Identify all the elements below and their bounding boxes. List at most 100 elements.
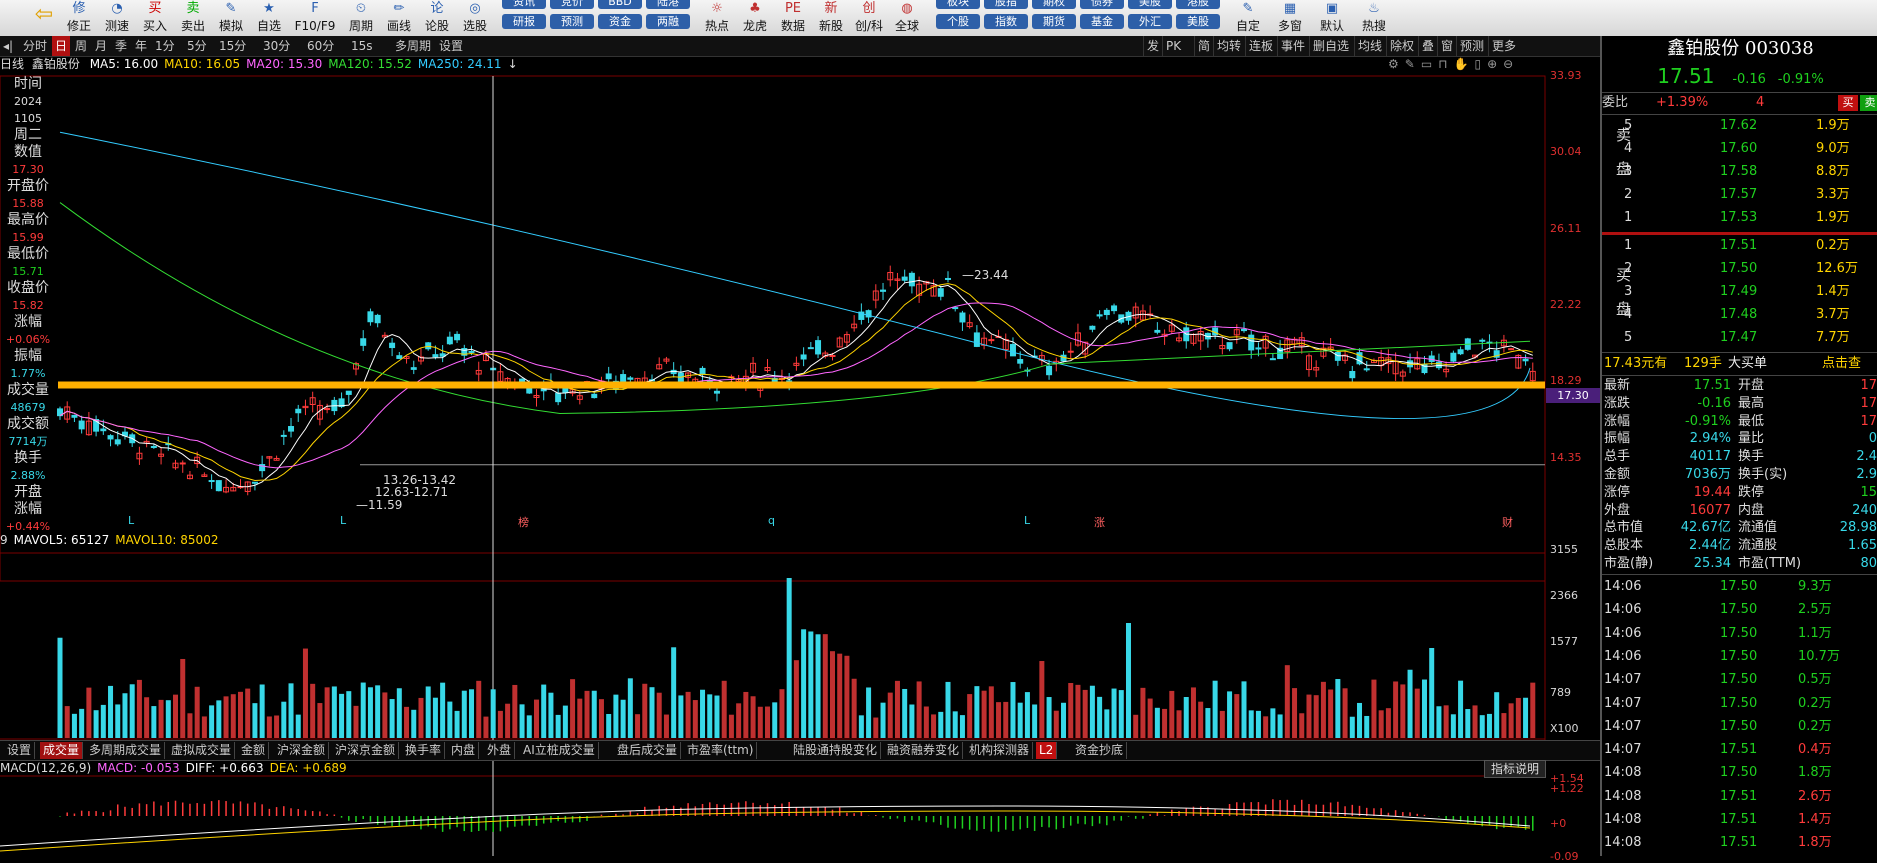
- bid-row[interactable]: 4 17.48 3.7万: [1602, 305, 1877, 325]
- toolbar-mid-2[interactable]: PE 数据: [776, 0, 810, 36]
- toolbar-卖出-button[interactable]: 卖卖出: [176, 0, 210, 36]
- zoom-in-icon[interactable]: ⊕: [1487, 57, 1503, 71]
- gear-icon[interactable]: ⚙: [1388, 57, 1405, 71]
- pill2-0[interactable]: 个股: [936, 14, 980, 29]
- right-tool-0[interactable]: 发: [1143, 36, 1162, 56]
- period-tab-12[interactable]: 多周期: [392, 36, 434, 56]
- period-tab-0[interactable]: 分时: [20, 36, 50, 56]
- indicator-tab-3[interactable]: 虚拟成交量: [168, 742, 236, 759]
- toolbar-画线-button[interactable]: ✏ 画线: [382, 0, 416, 36]
- indicator-tab-10[interactable]: AI立桩成交量: [520, 742, 599, 759]
- pill-top-0[interactable]: 资讯: [502, 0, 546, 9]
- pill2-3[interactable]: 基金: [1080, 14, 1124, 29]
- ask-row[interactable]: 3 17.58 8.8万: [1602, 162, 1877, 182]
- event-marker[interactable]: L: [340, 514, 346, 527]
- toolbar-right-3[interactable]: ♨ 热搜: [1354, 0, 1394, 36]
- period-tab-8[interactable]: 15分: [216, 36, 249, 56]
- toolbar-周期-button[interactable]: ⏲ 周期: [344, 0, 378, 36]
- toolbar-mid-1[interactable]: ♣ 龙虎: [738, 0, 772, 36]
- pill2-top-1[interactable]: 股指: [984, 0, 1028, 9]
- zoom-out-icon[interactable]: ⊖: [1503, 57, 1519, 71]
- event-marker[interactable]: L: [1024, 514, 1030, 527]
- toolbar-自选-button[interactable]: ★ 自选: [252, 0, 286, 36]
- event-marker[interactable]: 财: [1502, 514, 1513, 530]
- period-tab-9[interactable]: 30分: [260, 36, 293, 56]
- pill-top-1[interactable]: 竞价: [550, 0, 594, 9]
- pill2-5[interactable]: 美股: [1176, 14, 1220, 29]
- toolbar-right-1[interactable]: ▦ 多窗: [1270, 0, 1310, 36]
- pill2-top-5[interactable]: 港股: [1176, 0, 1220, 9]
- right-tool-7[interactable]: 均线: [1354, 36, 1385, 56]
- right-tool-8[interactable]: 除权: [1386, 36, 1417, 56]
- period-tab-3[interactable]: 月: [92, 36, 110, 56]
- right-tool-4[interactable]: 连板: [1245, 36, 1276, 56]
- toolbar-mid-5[interactable]: ◍ 全球: [890, 0, 924, 36]
- period-tab-13[interactable]: 设置: [436, 36, 466, 56]
- toolbar-测速-button[interactable]: ◔ 测速: [100, 0, 134, 36]
- toolbar-论股-button[interactable]: 论论股: [420, 0, 454, 36]
- indicator-tab-4[interactable]: 金额: [238, 742, 270, 759]
- right-tool-5[interactable]: 事件: [1277, 36, 1308, 56]
- indicator-tab-14[interactable]: 融资融券变化: [884, 742, 964, 759]
- pill2-4[interactable]: 外汇: [1128, 14, 1172, 29]
- toolbar-right-2[interactable]: ▣ 默认: [1312, 0, 1352, 36]
- toolbar-选股-button[interactable]: ◎ 选股: [458, 0, 492, 36]
- toolbar-修正-button[interactable]: 修修正: [62, 0, 96, 36]
- ask-row[interactable]: 5 17.62 1.9万: [1602, 116, 1877, 136]
- indicator-tab-11[interactable]: 盘后成交量: [614, 742, 682, 759]
- pill2-2[interactable]: 期货: [1032, 14, 1076, 29]
- toolbar-mid-3[interactable]: 新新股: [814, 0, 848, 36]
- indicator-help-button[interactable]: 指标说明: [1484, 760, 1547, 778]
- kline-chart-area[interactable]: [0, 56, 1600, 856]
- bid-row[interactable]: 3 17.49 1.4万: [1602, 282, 1877, 302]
- pill2-1[interactable]: 指数: [984, 14, 1028, 29]
- event-marker[interactable]: q: [768, 514, 775, 527]
- big-order-row[interactable]: 17.43元有 129手 大买单 点击查: [1602, 354, 1877, 374]
- toolbar-买入-button[interactable]: 买买入: [138, 0, 172, 36]
- copy-icon[interactable]: ▯: [1475, 57, 1488, 71]
- big-order-link[interactable]: 点击查: [1822, 354, 1861, 374]
- right-tool-9[interactable]: 叠: [1418, 36, 1437, 56]
- period-tab-7[interactable]: 5分: [184, 36, 210, 56]
- right-tool-6[interactable]: 删自选: [1309, 36, 1352, 56]
- period-tab-2[interactable]: 周: [72, 36, 90, 56]
- indicator-tab-16[interactable]: L2: [1036, 742, 1058, 759]
- period-tab-4[interactable]: 季: [112, 36, 130, 56]
- event-marker[interactable]: 榜: [518, 514, 529, 530]
- bid-row[interactable]: 2 17.50 12.6万: [1602, 259, 1877, 279]
- legend-dropdown-icon[interactable]: ↓: [508, 57, 518, 71]
- pill-1[interactable]: 预测: [550, 14, 594, 29]
- toggle-arrow-icon[interactable]: ◂|: [0, 36, 16, 56]
- toolbar-right-0[interactable]: ✎ 自定: [1228, 0, 1268, 36]
- sell-button[interactable]: 卖: [1860, 95, 1877, 111]
- ask-row[interactable]: 4 17.60 9.0万: [1602, 139, 1877, 159]
- pill-top-2[interactable]: BBD: [598, 0, 642, 9]
- indicator-tab-5[interactable]: 沪深金额: [274, 742, 330, 759]
- indicator-tab-2[interactable]: 多周期成交量: [86, 742, 166, 759]
- period-tab-1[interactable]: 日: [52, 36, 71, 56]
- indicator-tab-0[interactable]: 设置: [4, 742, 36, 759]
- indicator-tab-9[interactable]: 外盘: [484, 742, 516, 759]
- pill-0[interactable]: 研报: [502, 14, 546, 29]
- pill-2[interactable]: 资金: [598, 14, 642, 29]
- right-tool-2[interactable]: 简: [1194, 36, 1213, 56]
- ask-row[interactable]: 1 17.53 1.9万: [1602, 208, 1877, 228]
- indicator-tab-6[interactable]: 沪深京金额: [332, 742, 400, 759]
- pill-top-3[interactable]: 陆港: [646, 0, 690, 9]
- buy-button[interactable]: 买: [1838, 95, 1858, 111]
- bid-row[interactable]: 5 17.47 7.7万: [1602, 328, 1877, 348]
- indicator-tab-12[interactable]: 市盈率(ttm): [684, 742, 758, 759]
- toolbar-F10/F9-button[interactable]: F F10/F9: [290, 0, 340, 36]
- lock-icon[interactable]: ⊓: [1438, 57, 1453, 71]
- toolbar-模拟-button[interactable]: ✎ 模拟: [214, 0, 248, 36]
- indicator-tab-15[interactable]: 机构探测器: [966, 742, 1034, 759]
- back-button[interactable]: ⇦: [30, 0, 58, 36]
- event-marker[interactable]: 涨: [1094, 514, 1105, 530]
- brush-icon[interactable]: ✎: [1405, 57, 1421, 71]
- right-tool-12[interactable]: 更多: [1488, 36, 1519, 56]
- window-icon[interactable]: ▭: [1421, 57, 1438, 71]
- event-marker[interactable]: L: [128, 514, 134, 527]
- period-tab-6[interactable]: 1分: [152, 36, 178, 56]
- indicator-tab-1[interactable]: 成交量: [40, 742, 84, 759]
- ask-row[interactable]: 2 17.57 3.3万: [1602, 185, 1877, 205]
